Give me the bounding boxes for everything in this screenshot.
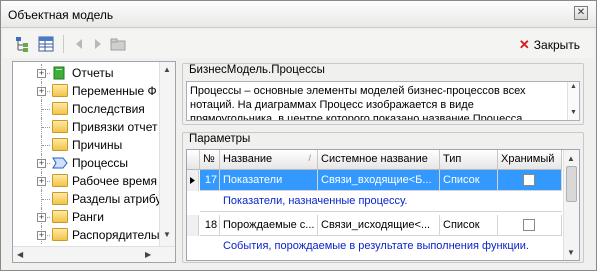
tree-item-consequences[interactable]: Последствия [13,100,173,118]
cell-type[interactable]: Список [440,170,498,191]
col-header-name[interactable]: Название / [220,150,318,170]
params-grid[interactable]: № Название / Системное название Тип Хран… [186,149,580,261]
expand-icon[interactable]: + [37,213,46,222]
scroll-down-icon[interactable]: ▼ [570,109,577,116]
folder-icon [52,192,68,205]
scroll-thumb[interactable] [566,166,577,202]
scroll-down-icon[interactable]: ▼ [567,248,575,257]
expand-icon[interactable]: + [37,69,46,78]
object-tree[interactable]: + Отчеты + Переменные Ф Последствия Прив… [12,61,176,263]
green-book-icon [52,66,68,80]
row-divider [200,211,562,212]
object-model-window: Объектная модель ✕ ✕ Закрыть + Отчеты + … [0,0,597,271]
folder-icon [52,102,68,115]
description-scrollbar[interactable]: ▲ ▼ [567,82,579,120]
cell-stored[interactable] [498,215,562,236]
tree-item-managers[interactable]: + Распорядителы [13,226,173,244]
toolbar-separator [63,35,64,53]
tree-structure-icon[interactable] [13,35,31,53]
close-red-x-icon: ✕ [518,37,530,52]
stored-checkbox[interactable] [523,174,535,186]
scroll-right-icon[interactable]: ▶ [145,250,151,259]
cell-stored[interactable] [498,170,562,191]
row-note: События, порождаемые в результате выполн… [223,240,529,252]
cell-name[interactable]: Порождаемые с... [220,215,318,236]
toolbar: ✕ Закрыть [3,30,594,58]
expand-icon[interactable]: + [37,231,46,240]
stored-checkbox[interactable] [523,219,535,231]
scroll-up-icon[interactable]: ▲ [570,83,577,90]
tree-item-label: Последствия [72,102,145,116]
tree-horizontal-scrollbar[interactable]: ◀ ▶ [13,246,175,262]
folder-icon [52,138,68,151]
folder-icon [52,228,68,241]
table-grid-icon[interactable] [37,35,55,53]
tree-item-label: Разделы атрибу [72,192,162,206]
folder-icon [52,174,68,187]
folder-up-icon[interactable] [109,35,127,53]
expand-icon[interactable]: + [37,177,46,186]
col-header-num[interactable]: № [200,150,220,170]
cell-num: 17 [200,170,220,191]
expand-icon[interactable]: + [37,159,46,168]
col-header-stored[interactable]: Хранимый [498,150,562,170]
folder-icon [52,210,68,223]
tree-item-label: Привязки отчет [72,120,158,134]
scroll-down-icon[interactable]: ▼ [163,230,171,239]
tree-item-label: Отчеты [72,66,114,80]
description-text: Процессы – основные элементы моделей биз… [190,85,526,121]
process-arrow-icon [52,156,68,169]
cell-sysname[interactable]: Связи_исходящие<... [318,215,440,236]
cell-type[interactable]: Список [440,215,498,236]
tree-item-variables[interactable]: + Переменные Ф [13,82,173,100]
tree-item-causes[interactable]: Причины [13,136,173,154]
tree-item-report-bindings[interactable]: Привязки отчет [13,118,173,136]
tree-item-attribute-sections[interactable]: Разделы атрибу [13,190,173,208]
row-indicator [187,215,199,236]
title-bar: Объектная модель ✕ [1,1,596,28]
description-title: БизнесМодель.Процессы [189,64,325,76]
col-header-sysname[interactable]: Системное название [318,150,440,170]
tree-item-label: Ранги [72,210,104,224]
expand-icon[interactable]: + [37,87,46,96]
scroll-up-icon[interactable]: ▲ [567,154,575,163]
window-title: Объектная модель [8,8,114,22]
close-button[interactable]: ✕ Закрыть [519,37,580,53]
sort-indicator-icon: / [308,153,311,163]
current-row-arrow-icon [190,177,195,184]
row-indicator [187,170,199,191]
folder-icon [52,120,68,133]
forward-arrow-icon[interactable] [89,35,107,53]
tree-item-ranks[interactable]: + Ранги [13,208,173,226]
folder-icon [52,84,68,97]
row-note: Показатели, назначенные процессу. [223,195,408,207]
tree-vertical-scrollbar[interactable]: ▲ ▼ [159,62,175,246]
cell-sysname[interactable]: Связи_входящие<Б... [318,170,440,191]
tree-item-label: Процессы [72,156,129,170]
tree-item-label: Распорядителы [72,228,160,242]
tree-item-label: Причины [72,138,123,152]
close-button-label: Закрыть [533,38,580,52]
scroll-left-icon[interactable]: ◀ [17,250,23,259]
col-header-type[interactable]: Тип [440,150,498,170]
cell-num: 18 [200,215,220,236]
window-close-button[interactable]: ✕ [574,6,588,20]
scroll-up-icon[interactable]: ▲ [163,65,171,74]
tree-item-label: Переменные Ф [72,84,157,98]
grid-vertical-scrollbar[interactable]: ▲ ▼ [563,150,579,260]
row-header-corner [187,150,200,170]
col-header-name-label: Название [223,153,273,165]
back-arrow-icon[interactable] [71,35,89,53]
params-title: Параметры [189,133,251,145]
description-box: Процессы – основные элементы моделей биз… [186,81,580,121]
tree-item-processes[interactable]: + Процессы [13,154,173,172]
tree-item-reports[interactable]: + Отчеты [13,64,173,82]
tree-item-label: Рабочее время [72,174,157,188]
tree-item-working-time[interactable]: + Рабочее время [13,172,173,190]
cell-name[interactable]: Показатели [220,170,318,191]
